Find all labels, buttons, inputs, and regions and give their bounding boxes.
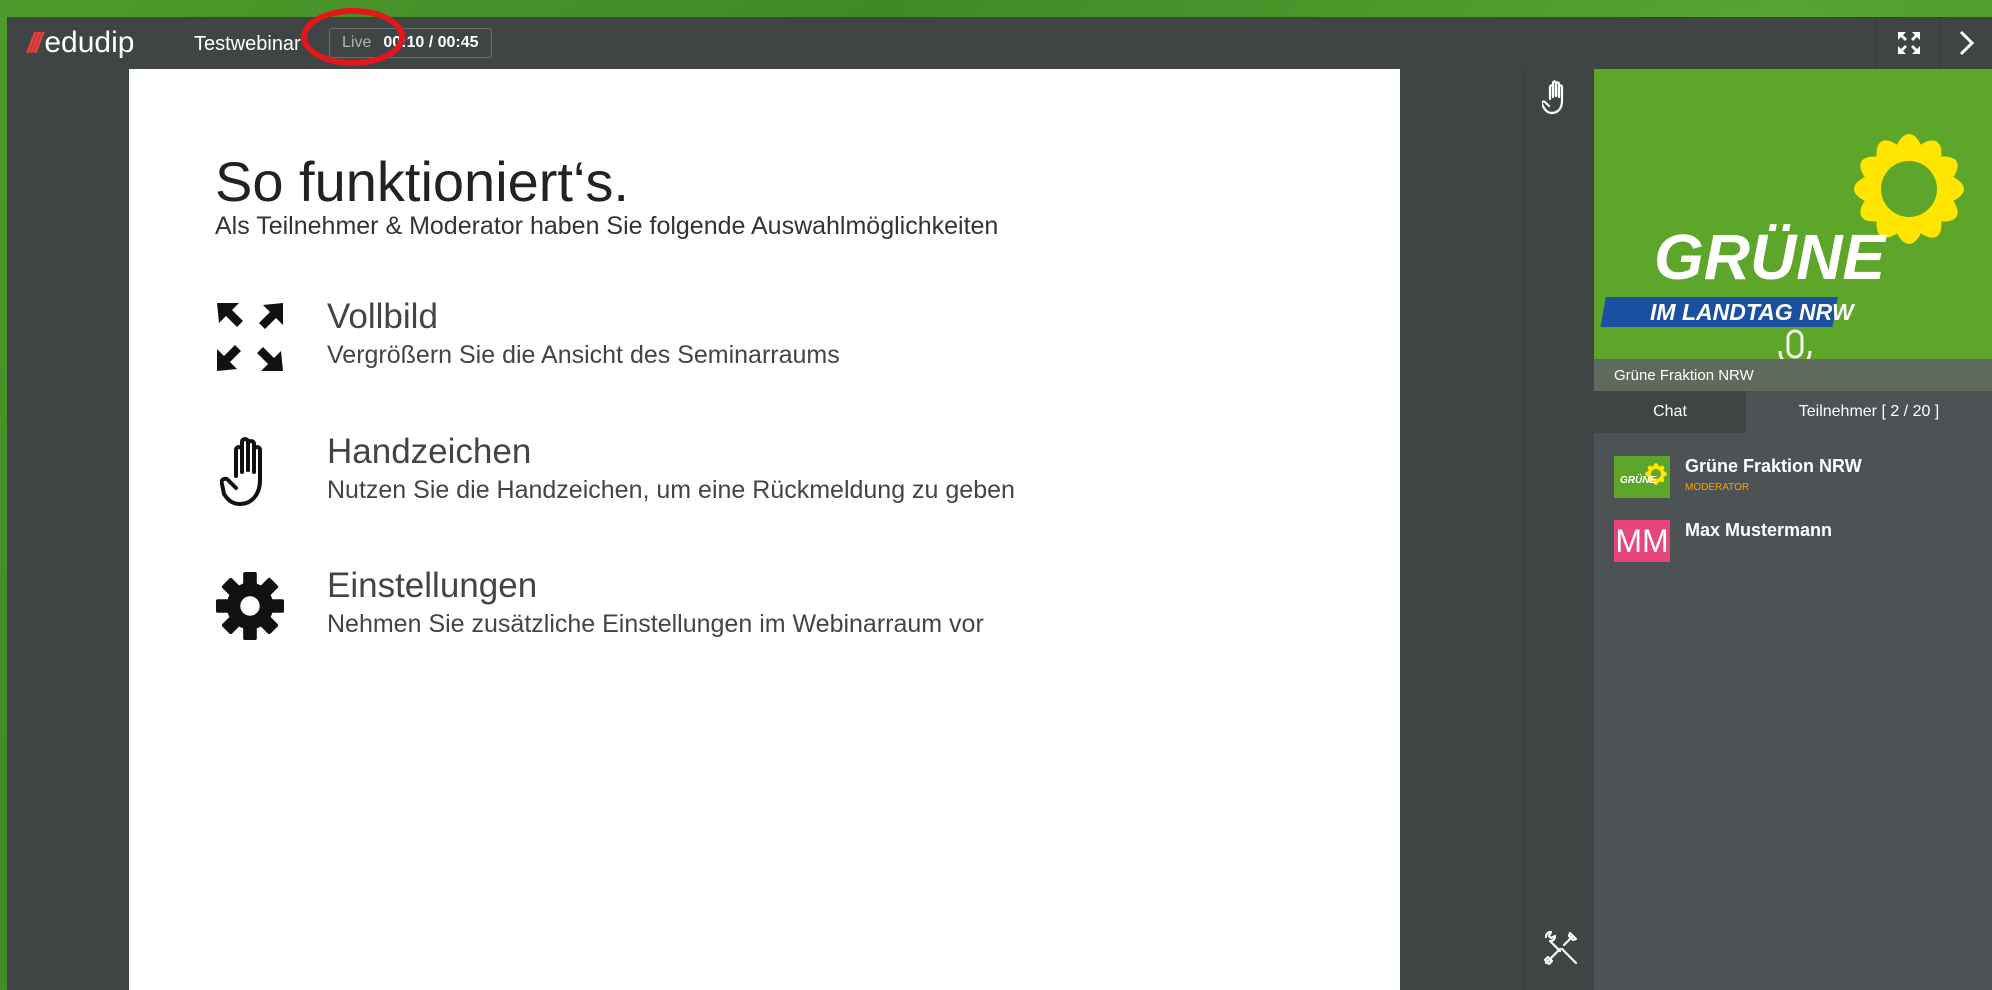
- fullscreen-icon: [1898, 32, 1920, 54]
- side-toolbar: [1524, 69, 1595, 990]
- microphone-icon: [1778, 329, 1812, 359]
- hand-icon: [215, 434, 285, 510]
- panel-tabs: Chat Teilnehmer [ 2 / 20 ]: [1594, 391, 1992, 433]
- stage-margin: [1400, 69, 1524, 990]
- hand-icon: [1540, 80, 1564, 115]
- settings-tools-button[interactable]: [1542, 929, 1578, 966]
- tools-icon: [1543, 930, 1578, 966]
- svg-text:GRÜNE: GRÜNE: [1620, 473, 1656, 486]
- right-panel: GRÜNE IM LANDTAG NRW Grüne Fraktion NRW …: [1594, 69, 1992, 990]
- left-margin: [7, 69, 129, 990]
- svg-text:GRÜNE: GRÜNE: [1654, 221, 1887, 293]
- tab-participants[interactable]: Teilnehmer [ 2 / 20 ]: [1746, 391, 1992, 433]
- feature-description: Nehmen Sie zusätzliche Einstellungen im …: [327, 610, 984, 638]
- moderator-badge: Moderator: [1685, 482, 1750, 493]
- edudip-logo: /// edudip: [27, 25, 134, 61]
- logo-text: edudip: [44, 26, 135, 59]
- collapse-panel-button[interactable]: [1940, 17, 1992, 69]
- gear-icon: [215, 568, 285, 644]
- raise-hand-button[interactable]: [1540, 79, 1578, 115]
- chevron-right-icon: [1959, 30, 1975, 56]
- highlight-annotation: [301, 8, 405, 66]
- slide-subtitle: Als Teilnehmer & Moderator haben Sie fol…: [215, 212, 999, 240]
- svg-text:IM LANDTAG NRW: IM LANDTAG NRW: [1650, 299, 1856, 325]
- avatar: MM: [1614, 520, 1670, 562]
- tab-chat[interactable]: Chat: [1594, 391, 1746, 433]
- presenter-video: GRÜNE IM LANDTAG NRW: [1594, 69, 1992, 359]
- expand-arrows-icon: [215, 299, 285, 375]
- participant-name: Grüne Fraktion NRW: [1685, 456, 1862, 476]
- feature-heading: Einstellungen: [327, 566, 538, 605]
- gruene-logo: GRÜNE IM LANDTAG NRW: [1600, 134, 1964, 359]
- video-presenter-name: Grüne Fraktion NRW: [1594, 359, 1992, 391]
- logo-slashes: ///: [27, 27, 42, 58]
- feature-heading: Vollbild: [327, 297, 438, 336]
- feature-heading: Handzeichen: [327, 432, 532, 471]
- participant-name: Max Mustermann: [1685, 520, 1833, 540]
- presentation-slide: So funktioniert‘s. Als Teilnehmer & Mode…: [129, 69, 1400, 990]
- feature-description: Nutzen Sie die Handzeichen, um eine Rück…: [327, 476, 1015, 504]
- avatar: GRÜNE: [1614, 456, 1670, 498]
- slide-title: So funktioniert‘s.: [215, 150, 629, 213]
- feature-description: Vergrößern Sie die Ansicht des Seminarra…: [327, 341, 840, 369]
- fullscreen-button[interactable]: [1876, 17, 1941, 69]
- webinar-title: Testwebinar: [194, 33, 301, 55]
